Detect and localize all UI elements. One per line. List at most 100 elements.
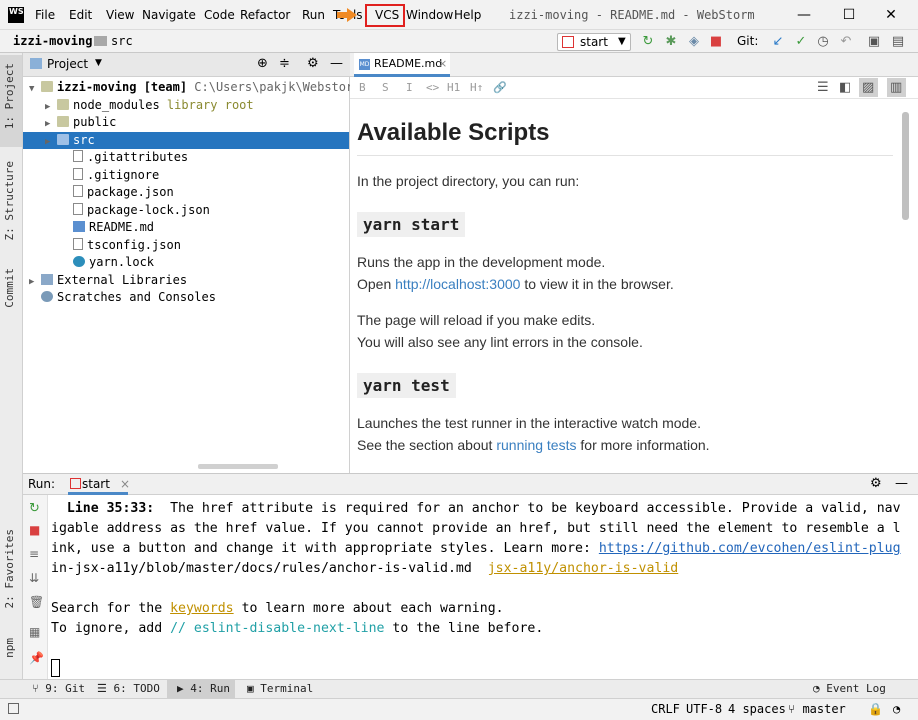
- tab-git[interactable]: ⑂ 9: Git: [32, 682, 85, 695]
- menu-edit[interactable]: Edit: [69, 8, 92, 22]
- paragraph-open: Open http://localhost:3000 to view it in…: [357, 276, 674, 292]
- tree-item[interactable]: tsconfig.json: [23, 237, 349, 255]
- tab-event-log[interactable]: ◔ Event Log: [813, 682, 886, 695]
- tab-readme[interactable]: MD README.md ×: [354, 53, 450, 77]
- tab-favorites[interactable]: 2: Favorites: [3, 529, 16, 608]
- minimize-button[interactable]: —: [793, 4, 815, 26]
- editor-only-icon[interactable]: ☰: [817, 80, 829, 95]
- git-rollback-icon[interactable]: ↶: [838, 34, 854, 50]
- breadcrumb-project[interactable]: izzi-moving: [13, 34, 92, 48]
- header-up-icon[interactable]: H↑: [470, 81, 483, 94]
- menu-help[interactable]: Help: [454, 8, 481, 22]
- tree-item[interactable]: ▶ public: [23, 114, 349, 132]
- code-icon[interactable]: <>: [426, 81, 439, 94]
- expand-right-icon[interactable]: ▶: [45, 116, 57, 133]
- console-cursor[interactable]: [51, 659, 60, 677]
- header-icon[interactable]: H1: [447, 81, 460, 94]
- git-branch[interactable]: ⑂ master: [788, 702, 846, 716]
- collapse-all-icon[interactable]: ≑: [279, 56, 290, 71]
- indent-setting[interactable]: 4 spaces: [728, 702, 786, 716]
- menu-refactor[interactable]: Refactor: [240, 8, 290, 22]
- tree-item[interactable]: ▶ src: [23, 131, 349, 151]
- close-tab-icon[interactable]: ×: [120, 474, 130, 494]
- tree-item[interactable]: ▼ izzi-moving [team] C:\Users\pakjk\Webst…: [23, 79, 397, 98]
- rerun-icon[interactable]: ↻: [640, 34, 656, 50]
- layout-icon[interactable]: ▦: [29, 625, 40, 639]
- maximize-button[interactable]: ☐: [838, 4, 860, 26]
- menu-vcs[interactable]: VCS: [375, 8, 399, 22]
- tree-item[interactable]: package.json: [23, 184, 349, 202]
- tab-run[interactable]: ▶ 4: Run: [177, 682, 230, 695]
- git-history-icon[interactable]: ◷: [815, 34, 831, 50]
- italic-icon[interactable]: I: [406, 81, 413, 94]
- gear-icon[interactable]: ⚙: [870, 476, 882, 491]
- stop-icon[interactable]: ■: [708, 34, 724, 50]
- project-panel-title[interactable]: Project: [47, 57, 88, 71]
- tree-item[interactable]: package-lock.json: [23, 202, 349, 220]
- tree-item[interactable]: yarn.lock: [23, 254, 349, 272]
- localhost-link[interactable]: http://localhost:3000: [395, 276, 520, 292]
- expand-down-icon[interactable]: ▼: [29, 81, 41, 98]
- terminal-toolbar-icon[interactable]: ▣: [866, 34, 882, 50]
- menu-run[interactable]: Run: [302, 8, 325, 22]
- tree-item[interactable]: ▶ External Libraries: [23, 272, 349, 290]
- tree-item[interactable]: .gitignore: [23, 167, 349, 185]
- git-commit-icon[interactable]: ✓: [793, 34, 809, 50]
- clear-all-icon[interactable]: 🗑: [29, 595, 44, 609]
- notifications-icon[interactable]: ◔: [893, 702, 900, 716]
- expand-right-icon[interactable]: ▶: [29, 274, 41, 291]
- bold-icon[interactable]: B: [359, 81, 366, 94]
- eslint-docs-link[interactable]: https://github.com/evcohen/eslint-plug: [599, 541, 901, 556]
- tab-commit[interactable]: Commit: [3, 268, 16, 308]
- breadcrumb-folder[interactable]: src: [111, 34, 133, 48]
- tree-item-extra: library root: [159, 97, 254, 112]
- stop-icon[interactable]: ■: [29, 523, 40, 537]
- close-tab-icon[interactable]: ×: [438, 53, 447, 75]
- menu-view[interactable]: View: [106, 8, 134, 22]
- hide-icon[interactable]: —: [895, 476, 908, 491]
- editor-scrollbar[interactable]: [902, 112, 909, 220]
- expand-right-icon[interactable]: ▶: [45, 134, 57, 151]
- rule-link[interactable]: jsx-a11y/anchor-is-valid: [488, 561, 679, 576]
- strikethrough-icon[interactable]: S: [382, 81, 389, 94]
- link-icon[interactable]: 🔗: [493, 81, 507, 94]
- tree-item[interactable]: README.md: [23, 219, 349, 237]
- menu-window[interactable]: Window: [406, 8, 453, 22]
- tab-terminal[interactable]: ▣ Terminal: [247, 682, 313, 695]
- tree-item[interactable]: ▶ node_modules library root: [23, 97, 349, 115]
- line-separator[interactable]: CRLF: [651, 702, 680, 716]
- tab-todo[interactable]: ☰ 6: TODO: [97, 682, 160, 695]
- git-update-icon[interactable]: ↙: [770, 34, 786, 50]
- run-tab-start[interactable]: start ×: [68, 474, 130, 495]
- locate-icon[interactable]: ⊕: [257, 56, 268, 71]
- tab-structure[interactable]: Z: Structure: [3, 161, 16, 240]
- running-tests-link[interactable]: running tests: [496, 437, 576, 453]
- pin-icon[interactable]: 📌: [29, 651, 44, 665]
- layout-icon[interactable]: ▤: [890, 34, 906, 50]
- keywords-link[interactable]: keywords: [170, 601, 234, 616]
- chevron-down-icon[interactable]: ▼: [95, 58, 102, 68]
- gear-icon[interactable]: ⚙: [307, 56, 319, 71]
- file-encoding[interactable]: UTF-8: [686, 702, 722, 716]
- soft-wrap-icon[interactable]: ≡: [29, 547, 39, 561]
- close-button[interactable]: ✕: [880, 4, 902, 26]
- rerun-icon[interactable]: ↻: [29, 501, 40, 516]
- menu-navigate[interactable]: Navigate: [142, 8, 196, 22]
- expand-right-icon[interactable]: ▶: [45, 99, 57, 116]
- menu-file[interactable]: File: [35, 8, 55, 22]
- lock-icon[interactable]: 🔒: [868, 702, 883, 716]
- tab-npm[interactable]: npm: [3, 638, 16, 658]
- split-view-icon[interactable]: ◧: [839, 80, 851, 95]
- hide-icon[interactable]: —: [330, 56, 343, 71]
- debug-icon[interactable]: ✱: [663, 34, 679, 50]
- tree-item-label: Scratches and Consoles: [57, 290, 216, 304]
- tree-item[interactable]: Scratches and Consoles: [23, 289, 349, 307]
- run-config-select[interactable]: start ▼: [557, 33, 631, 51]
- coverage-icon[interactable]: ◈: [686, 34, 702, 50]
- horizontal-scrollbar[interactable]: [198, 464, 278, 469]
- menu-code[interactable]: Code: [204, 8, 235, 22]
- status-toggle-icon[interactable]: [8, 703, 19, 714]
- scroll-to-end-icon[interactable]: ⇊: [29, 571, 39, 585]
- tree-item[interactable]: .gitattributes: [23, 149, 349, 167]
- tab-project[interactable]: 1: Project: [3, 63, 16, 129]
